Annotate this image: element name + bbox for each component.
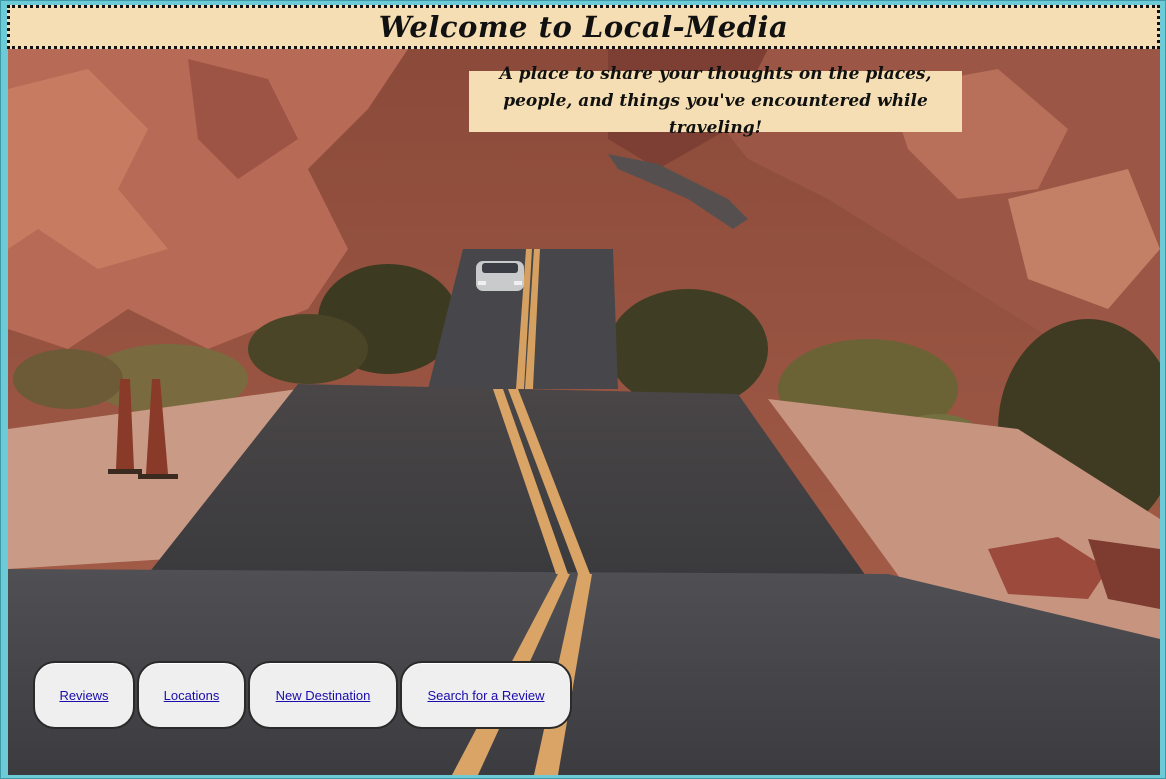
nav-button-search-review[interactable]: Search for a Review <box>400 661 572 729</box>
page-frame: Welcome to Local-Media A place to share … <box>0 0 1166 779</box>
site-title: Welcome to Local-Media <box>378 10 789 44</box>
tagline-banner: A place to share your thoughts on the pl… <box>469 64 962 138</box>
nav-link-new-destination[interactable]: New Destination <box>276 688 371 703</box>
nav-link-locations[interactable]: Locations <box>164 688 220 703</box>
site-header: Welcome to Local-Media <box>7 5 1160 49</box>
main-nav: Reviews Locations New Destination Search… <box>33 661 572 729</box>
nav-button-reviews[interactable]: Reviews <box>33 661 135 729</box>
nav-link-search-review[interactable]: Search for a Review <box>427 688 544 703</box>
nav-button-locations[interactable]: Locations <box>137 661 246 729</box>
tagline-text: A place to share your thoughts on the pl… <box>499 64 932 138</box>
nav-link-reviews[interactable]: Reviews <box>59 688 108 703</box>
nav-button-new-destination[interactable]: New Destination <box>248 661 398 729</box>
